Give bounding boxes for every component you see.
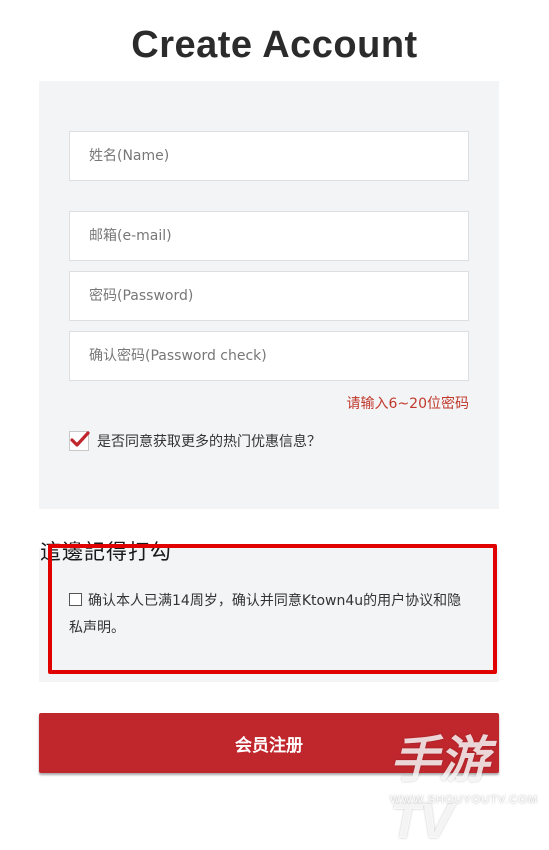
promo-checkbox[interactable] [69, 431, 90, 451]
name-input[interactable] [69, 131, 469, 181]
password-input[interactable] [69, 271, 469, 321]
form-panel: 请输入6~20位密码 是否同意获取更多的热门优惠信息？ [39, 81, 499, 509]
agreement-row[interactable]: 确认本人已满14周岁，确认并同意Ktown4u的用户协议和隐私声明。 [69, 588, 469, 642]
promo-label: 是否同意获取更多的热门优惠信息？ [97, 434, 321, 450]
password-hint: 请输入6~20位密码 [346, 396, 469, 412]
agreement-panel: 确认本人已满14周岁，确认并同意Ktown4u的用户协议和隐私声明。 [39, 548, 499, 682]
password-check-input[interactable] [69, 331, 469, 381]
promo-opt-in[interactable]: 是否同意获取更多的热门优惠信息？ [69, 431, 321, 451]
page-title: Create Account [131, 24, 418, 66]
email-input[interactable] [69, 211, 469, 261]
annotation-note: 這邊記得打勾 [40, 540, 172, 564]
agreement-checkbox[interactable] [69, 593, 82, 606]
agreement-text: 确认本人已满14周岁，确认并同意Ktown4u的用户协议和隐私声明。 [69, 593, 462, 636]
register-button[interactable]: 会员注册 [39, 713, 499, 773]
watermark-url: WWW.SHOUYOUTV.COM [390, 794, 538, 806]
checkmark-icon [70, 431, 90, 447]
